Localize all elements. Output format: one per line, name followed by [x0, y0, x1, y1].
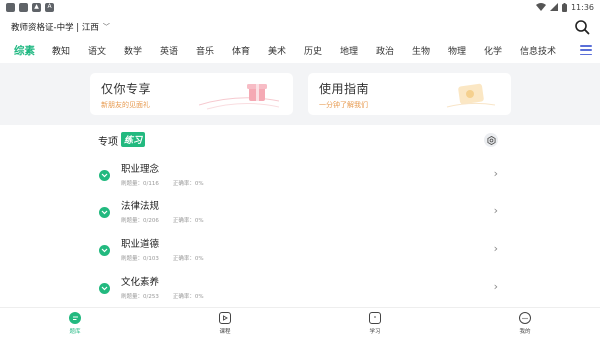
- header: 教师资格证-中学 | 江西 ﹀: [0, 14, 600, 40]
- banner-title: 使用指南: [319, 82, 370, 96]
- nav-study[interactable]: 学习: [355, 312, 395, 335]
- notification-icon: [19, 2, 28, 12]
- tab-music[interactable]: 音乐: [196, 44, 214, 57]
- subject-tabs: 综素 教知 语文 数学 英语 音乐 体育 美术 历史 地理 政治 生物 物理 化…: [0, 40, 600, 62]
- banner-guide[interactable]: 使用指南 一分钟了解我们: [308, 73, 511, 115]
- practice-item-title: 文化素养: [121, 277, 160, 288]
- status-left-icons: ▲ A: [6, 2, 54, 12]
- page-title: 教师资格证-中学 | 江西: [11, 23, 99, 33]
- expand-icon: [99, 207, 110, 218]
- tab-history[interactable]: 历史: [304, 44, 322, 57]
- nav-label: 我的: [519, 329, 531, 335]
- chevron-down-icon: ﹀: [102, 23, 110, 31]
- guide-icon: [446, 83, 496, 108]
- course-play-icon: [219, 312, 231, 324]
- status-bar: ▲ A 11:36: [0, 0, 600, 14]
- section-badge: 练习: [121, 132, 146, 147]
- app-icon: A: [45, 2, 54, 12]
- nav-label: 学习: [369, 329, 381, 335]
- practice-item[interactable]: 职业理念 刷题量：0/116 正确率：0% ›: [98, 161, 502, 197]
- study-icon: [369, 312, 381, 324]
- expand-icon: [99, 170, 110, 181]
- banner-title: 仅你专享: [101, 82, 152, 96]
- tab-zongsu[interactable]: 综素: [14, 43, 35, 58]
- practice-item-meta: 刷题量：0/206 正确率：0%: [121, 218, 204, 224]
- gift-icon: [199, 84, 279, 110]
- practice-section: 专项 练习 职业理念 刷题量：0/116 正确率：0% › 法律法规 刷题量：0/…: [0, 125, 600, 307]
- banner-area: 仅你专享 新朋友的见面礼 使用指南 一分钟了解我们: [0, 63, 600, 125]
- banner-subtitle: 新朋友的见面礼: [101, 101, 150, 109]
- menu-icon[interactable]: [580, 45, 592, 55]
- tab-english[interactable]: 英语: [160, 44, 178, 57]
- bottom-nav: 题库 课程 学习 我的: [0, 307, 600, 338]
- exam-selector[interactable]: 教师资格证-中学 | 江西 ﹀: [11, 21, 110, 33]
- chevron-right-icon: ›: [493, 167, 498, 180]
- tab-politics[interactable]: 政治: [376, 44, 394, 57]
- nav-question-bank[interactable]: 题库: [55, 312, 95, 335]
- practice-item[interactable]: 文化素养 刷题量：0/253 正确率：0% ›: [98, 274, 502, 310]
- practice-item[interactable]: 法律法规 刷题量：0/206 正确率：0% ›: [98, 198, 502, 234]
- practice-item-title: 职业理念: [121, 164, 160, 175]
- chevron-right-icon: ›: [493, 280, 498, 293]
- status-time: 11:36: [570, 2, 594, 12]
- nav-label: 题库: [69, 329, 81, 335]
- expand-icon: [99, 283, 110, 294]
- tab-chinese[interactable]: 语文: [88, 44, 106, 57]
- tab-math[interactable]: 数学: [124, 44, 142, 57]
- tab-art[interactable]: 美术: [268, 44, 286, 57]
- nav-label: 课程: [219, 329, 231, 335]
- signal-icon: [549, 3, 558, 11]
- tab-biology[interactable]: 生物: [412, 44, 430, 57]
- question-bank-icon: [69, 312, 81, 324]
- battery-icon: [561, 2, 567, 12]
- tab-pe[interactable]: 体育: [232, 44, 250, 57]
- practice-item-meta: 刷题量：0/116 正确率：0%: [121, 181, 204, 187]
- status-right: 11:36: [535, 2, 594, 12]
- banner-subtitle: 一分钟了解我们: [319, 101, 368, 109]
- wifi-icon: [535, 3, 546, 11]
- settings-icon: [486, 135, 496, 145]
- tab-chemistry[interactable]: 化学: [484, 44, 502, 57]
- search-button[interactable]: [574, 19, 590, 35]
- tab-jiaozhi[interactable]: 教知: [52, 44, 70, 57]
- tab-geography[interactable]: 地理: [340, 44, 358, 57]
- practice-item-meta: 刷题量：0/253 正确率：0%: [121, 294, 204, 300]
- settings-button[interactable]: [484, 133, 498, 147]
- profile-chat-icon: [519, 312, 531, 324]
- tab-it[interactable]: 信息技术: [520, 44, 556, 57]
- chevron-right-icon: ›: [493, 204, 498, 217]
- notification-icon: [6, 2, 15, 12]
- banner-exclusive[interactable]: 仅你专享 新朋友的见面礼: [90, 73, 293, 115]
- section-title: 专项: [98, 137, 118, 148]
- search-icon: [575, 20, 590, 35]
- practice-item-title: 法律法规: [121, 201, 160, 212]
- expand-icon: [99, 245, 110, 256]
- image-icon: ▲: [32, 2, 41, 12]
- practice-item-meta: 刷题量：0/103 正确率：0%: [121, 256, 204, 262]
- nav-course[interactable]: 课程: [205, 312, 245, 335]
- practice-item[interactable]: 职业道德 刷题量：0/103 正确率：0% ›: [98, 236, 502, 272]
- chevron-right-icon: ›: [493, 242, 498, 255]
- practice-item-title: 职业道德: [121, 239, 160, 250]
- nav-profile[interactable]: 我的: [505, 312, 545, 335]
- tab-physics[interactable]: 物理: [448, 44, 466, 57]
